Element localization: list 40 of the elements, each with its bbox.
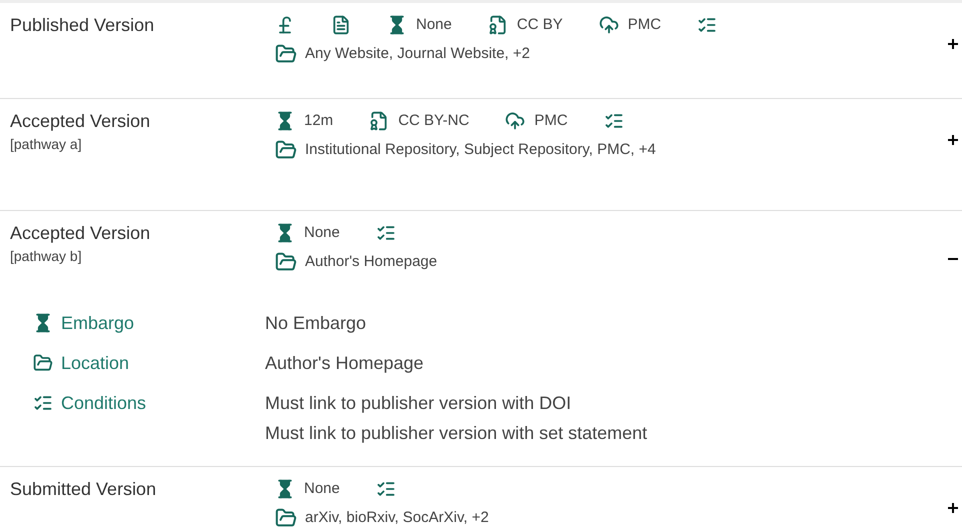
location-list: Author's Homepage: [305, 250, 438, 274]
location-list: Institutional Repository, Subject Repository, PMC, +4: [305, 138, 656, 162]
detail-value: Author's Homepage: [265, 352, 424, 375]
cloud-upload-icon: [505, 111, 526, 131]
summary-text: CC BY: [516, 14, 563, 35]
folder-icon: [275, 251, 297, 273]
document-icon: [331, 15, 351, 35]
detail-label: Conditions: [61, 392, 146, 415]
pathway-subtitle: [pathway a]: [10, 135, 83, 153]
license-icon: [369, 111, 390, 131]
summary-text: CC BY-NC: [398, 110, 470, 131]
summary-text: None: [416, 14, 452, 35]
summary-text: PMC: [534, 110, 568, 131]
folder-icon: [275, 139, 297, 161]
folder-icon: [275, 507, 297, 529]
detail-label: Embargo: [61, 312, 134, 335]
license-icon: [488, 15, 508, 35]
folder-icon: [33, 353, 53, 373]
location-list: Any Website, Journal Website, +2: [305, 42, 530, 66]
summary-text: PMC: [628, 14, 662, 35]
detail-value: Must link to publisher version with DOI: [265, 392, 572, 415]
checklist-icon: [697, 15, 718, 35]
summary-text: 12m: [304, 110, 334, 131]
detail-label: Location: [61, 352, 130, 375]
checklist-icon: [376, 479, 396, 499]
checklist-icon: [604, 111, 624, 131]
pathway-subtitle: [pathway b]: [10, 247, 83, 265]
checklist-icon: [376, 223, 396, 243]
folder-icon: [275, 43, 297, 65]
summary-text: None: [304, 478, 340, 499]
location-list: arXiv, bioRxiv, SocArXiv, +2: [305, 506, 489, 529]
detail-value: No Embargo: [265, 312, 366, 335]
pathway-title: Submitted Version: [10, 478, 158, 501]
summary-text: None: [304, 222, 340, 243]
detail-value: Must link to publisher version with set statement: [265, 422, 648, 445]
pathway-title: Published Version: [10, 14, 156, 37]
checklist-icon: [33, 393, 53, 413]
cloud-upload-icon: [598, 15, 619, 35]
pathway-title: Accepted Version: [10, 222, 152, 245]
pathway-title: Accepted Version: [10, 110, 152, 133]
